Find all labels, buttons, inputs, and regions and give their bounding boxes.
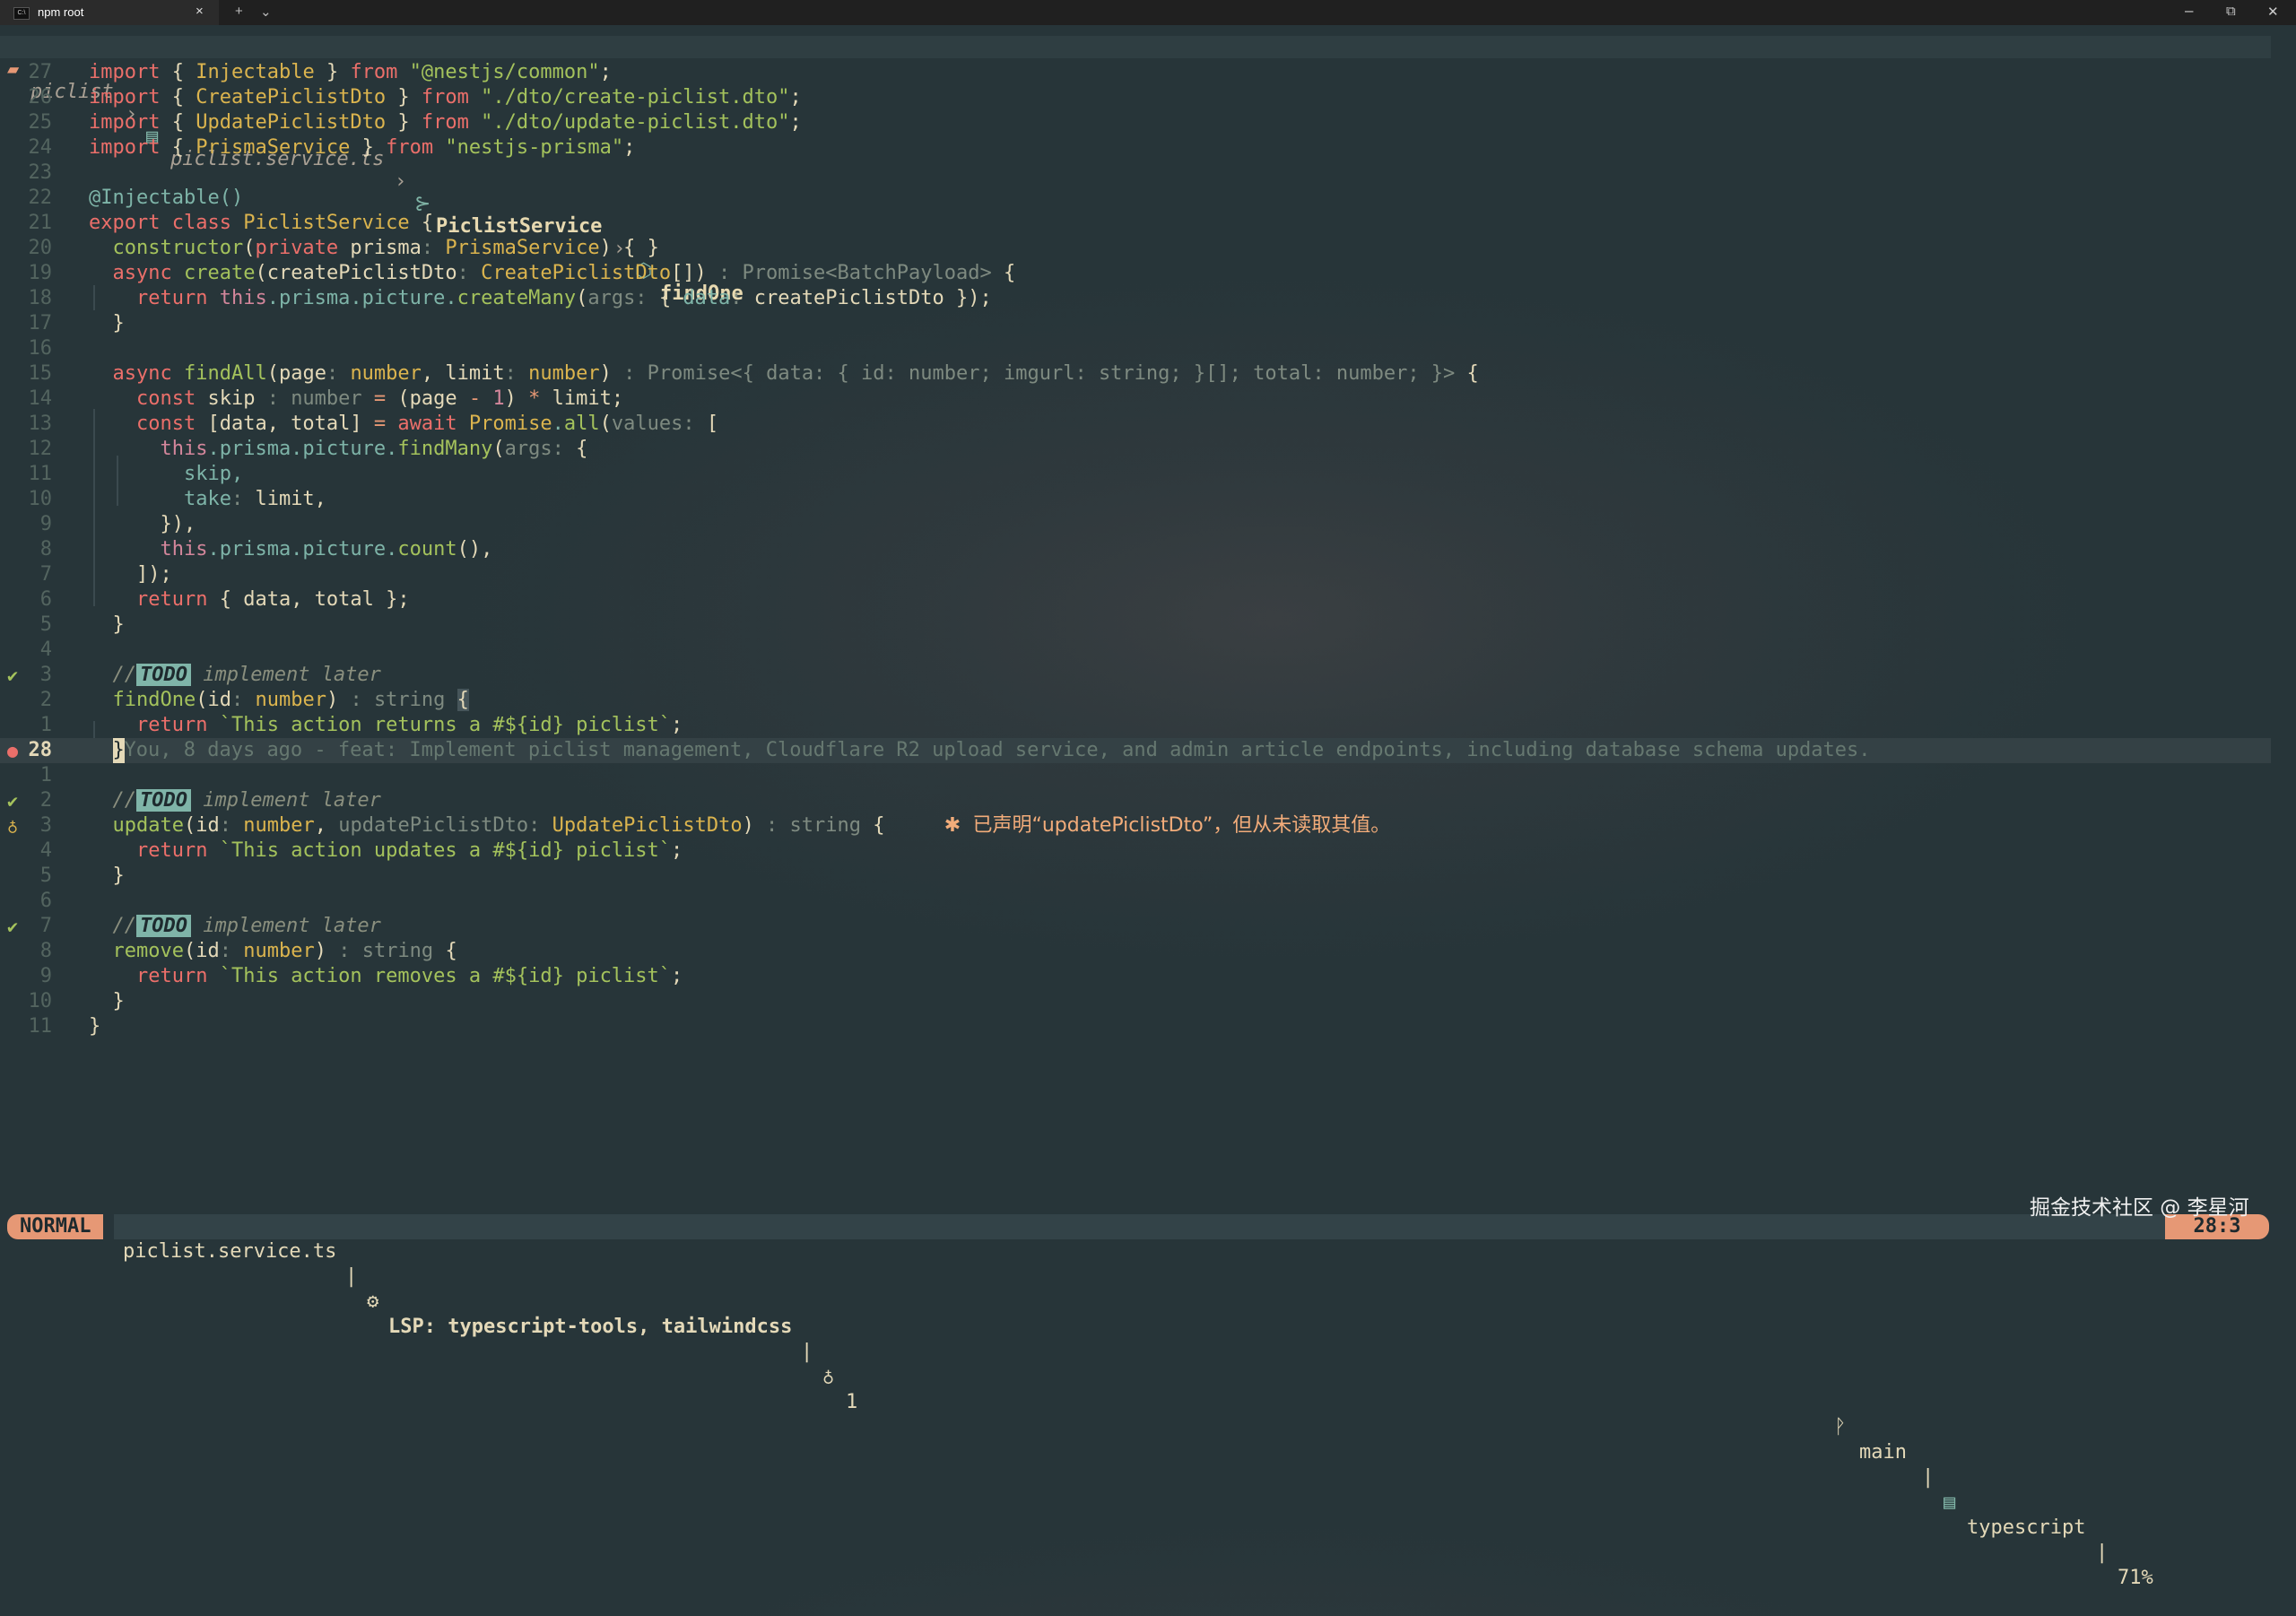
code-line: 19 async create(createPiclistDto: Create… [28,262,1016,284]
code-line: 1 return `This action returns a #${id} p… [39,714,683,736]
breadcrumb: ▰ piclist › ▤ piclist.service.ts › ⊱ Pic… [0,36,2271,305]
status-branch[interactable]: main [1859,1440,1907,1465]
git-blame: You, 8 days ago - feat: Implement piclis… [124,739,1871,761]
code-line: 25 import { UpdatePiclistDto } from "./dt… [28,111,802,134]
tab-label: npm root [38,5,84,19]
status-hints[interactable]: 1 [846,1390,857,1415]
code-line: 13 const [data, total] = await Promise.a… [28,413,719,435]
code-line: 24 import { PrismaService } from "nestjs-… [28,136,636,159]
todo-badge: TODO [136,915,191,937]
code-line: ✔ 7 //TODO implement later [7,915,381,937]
code-line: 18 return this.prisma.picture.createMany… [28,287,992,309]
status-filetype[interactable]: typescript [1967,1516,2085,1541]
code-line: 20 constructor(private prisma: PrismaSer… [28,237,659,259]
watermark: 掘金技术社区 @ 李星河 [2030,1196,2249,1220]
code-line: 14 const skip : number = (page - 1) * li… [28,387,624,410]
branch-icon: ᚹ [1834,1416,1847,1438]
code-line: 10 } [28,990,125,1012]
code-line: ✔ 2 //TODO implement later [7,789,381,812]
code-line: 5 } [39,864,125,887]
gear-icon: ⚙ [367,1290,379,1313]
code-line: 5 } [39,613,125,636]
code-line: 10 take: limit, [28,488,326,510]
code-line: 12 this.prisma.picture.findMany(args: { [28,438,588,460]
code-line: 8 remove(id: number) : string { [39,940,457,962]
code-line: 6 [39,890,52,912]
code-line: 21 export class PiclistService { [28,212,434,234]
code-line: 26 import { CreatePiclistDto } from "./dt… [28,86,802,109]
terminal-icon: C:\ [13,7,30,20]
code-line: 9 return `This action removes a #${id} p… [39,965,683,987]
code-line: ✔ 3 //TODO implement later [7,664,381,686]
code-line: ♁ 3 update(id: number, updatePiclistDto: … [7,814,1391,837]
status-percent: 71% [2118,1567,2153,1589]
code-line: 17 } [28,312,125,334]
todo-badge: TODO [136,664,191,686]
title-bar: C:\ npm root × + ⌄ – ⧉ ✕ [0,0,2296,25]
code-line: 1 [39,764,52,786]
cursor: } [112,738,125,763]
code-line: 11} [28,1015,101,1038]
mode-indicator: NORMAL [7,1214,104,1239]
statusline-body: piclist.service.ts | ⚙ LSP: typescript-t… [114,1214,2181,1589]
cursor-line: ● 28 }You, 8 days ago - feat: Implement p… [0,738,2271,763]
code-line: 23 [28,161,53,184]
minimize-button[interactable]: – [2185,2,2193,20]
code-line: 15 async findAll(page: number, limit: nu… [28,362,1479,385]
code-line: 4 [39,639,52,661]
tab-dropdown-button[interactable]: ⌄ [260,4,272,20]
todo-badge: TODO [136,789,191,812]
typescript-icon: ▤ [1944,1491,1956,1514]
new-tab-button[interactable]: + [235,4,243,19]
code-line: 27 import { Injectable } from "@nestjs/co… [28,61,612,83]
tab-close-button[interactable]: × [196,4,204,19]
code-line: 16 [28,337,53,360]
statusline: piclist.service.ts | ⚙ LSP: typescript-t… [0,1214,2296,1589]
hint-icon: ♁ [822,1366,835,1388]
bug-icon: ✱ [944,814,961,837]
code-line: 22 @Injectable() [28,187,244,209]
status-file[interactable]: piclist.service.ts [123,1239,336,1264]
code-line: 2 findOne(id: number) : string { [39,689,469,711]
diagnostic-message[interactable]: 已声明“updatePiclistDto”，但从未读取其值。 [972,814,1390,837]
code-line: 8 this.prisma.picture.count(), [39,538,493,560]
code-line: 6 return { data, total }; [39,588,410,611]
maximize-button[interactable]: ⧉ [2226,4,2236,19]
code-line: 4 return `This action updates a #${id} p… [39,839,683,862]
code-line: 9 }), [39,513,196,535]
close-button[interactable]: ✕ [2267,4,2279,20]
terminal-tab[interactable]: C:\ npm root × [0,0,219,25]
code-line: 11 skip, [28,463,244,485]
code-line: 7 ]); [39,563,172,586]
status-lsp[interactable]: LSP: typescript-tools, tailwindcss [388,1315,792,1340]
